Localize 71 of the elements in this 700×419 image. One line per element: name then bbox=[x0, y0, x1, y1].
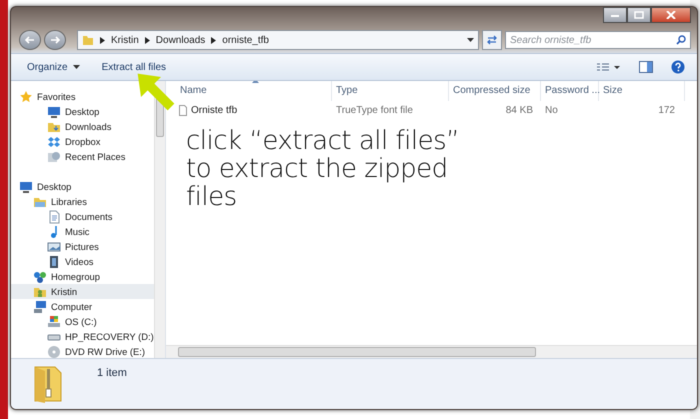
star-icon bbox=[19, 90, 33, 104]
table-cell-text: TrueType font file bbox=[335, 104, 414, 116]
nav-item[interactable]: Videos bbox=[11, 254, 98, 269]
nav-item[interactable]: Desktop bbox=[11, 104, 104, 119]
help-icon[interactable] bbox=[671, 60, 685, 74]
close-button[interactable] bbox=[651, 7, 691, 23]
minimize-button[interactable] bbox=[603, 7, 627, 23]
item-count: 1 item bbox=[97, 367, 127, 379]
arrow-drawing bbox=[136, 72, 176, 112]
back-arrow-icon bbox=[24, 35, 36, 45]
nav-item[interactable]: OS (C:) bbox=[11, 314, 101, 329]
film-icon bbox=[47, 254, 61, 268]
chevron-icon[interactable] bbox=[211, 36, 216, 44]
organize-menu[interactable]: Organize bbox=[19, 58, 88, 76]
nav-item[interactable]: HP_RECOVERY (D:) bbox=[11, 329, 154, 344]
refresh-icon bbox=[486, 34, 498, 46]
forward-button[interactable] bbox=[44, 30, 66, 50]
table-cell-text: 172 bbox=[657, 104, 676, 116]
preview-pane-icon[interactable] bbox=[639, 61, 653, 73]
drive-icon bbox=[47, 314, 61, 328]
breadcrumb[interactable]: Downloads bbox=[156, 34, 206, 46]
scrollbar[interactable] bbox=[166, 345, 697, 358]
caret-icon bbox=[72, 65, 80, 69]
landscape-icon bbox=[47, 240, 61, 254]
column-header[interactable]: Compressed size bbox=[453, 85, 530, 96]
forward-arrow-icon bbox=[49, 35, 61, 45]
annotation-text: click “extract all files” to extract the zipped files bbox=[186, 127, 460, 211]
nav-item[interactable]: Recent Places bbox=[11, 149, 130, 164]
view-options-icon[interactable] bbox=[595, 62, 621, 72]
close-icon bbox=[666, 11, 676, 19]
breadcrumb[interactable]: orniste_tfb bbox=[222, 34, 269, 46]
table-cell-text: No bbox=[544, 104, 559, 116]
network-icon bbox=[33, 270, 47, 284]
refresh-button[interactable] bbox=[482, 30, 502, 50]
column-header[interactable]: Name bbox=[180, 85, 207, 96]
maximize-button[interactable] bbox=[627, 7, 651, 23]
address-bar[interactable]: Kristin Downloads orniste_tfb bbox=[77, 30, 479, 50]
box-icon bbox=[47, 134, 61, 148]
nav-item[interactable]: Dropbox bbox=[11, 134, 104, 149]
scrollbar[interactable] bbox=[154, 81, 165, 358]
computer-icon bbox=[33, 300, 47, 314]
maximize-icon bbox=[634, 11, 644, 19]
file-name[interactable]: Orniste tfb bbox=[191, 104, 238, 116]
column-header[interactable]: Size bbox=[603, 85, 622, 96]
document-icon bbox=[47, 210, 61, 224]
nav-item[interactable]: Desktop bbox=[11, 179, 76, 194]
toolbar-button[interactable]: Extract all files bbox=[94, 58, 174, 76]
nav-item[interactable]: DVD RW Drive (E:) bbox=[11, 344, 150, 358]
minimize-icon bbox=[610, 12, 620, 18]
nav-item[interactable]: Computer bbox=[11, 299, 96, 314]
monitor-icon bbox=[47, 104, 61, 118]
nav-item[interactable]: Music bbox=[11, 224, 94, 239]
column-header[interactable]: Password ... bbox=[545, 85, 600, 96]
nav-item[interactable]: Kristin bbox=[11, 284, 154, 299]
nav-item[interactable]: Favorites bbox=[11, 89, 80, 104]
nav-item[interactable]: Homegroup bbox=[11, 269, 104, 284]
search-field[interactable]: Search orniste_tfb bbox=[505, 31, 691, 49]
chevron-icon[interactable] bbox=[100, 36, 105, 44]
file-icon bbox=[179, 104, 187, 116]
nav-item[interactable]: Downloads bbox=[11, 119, 116, 134]
nav-item[interactable]: Libraries bbox=[11, 194, 91, 209]
chevron-icon[interactable] bbox=[144, 36, 150, 44]
column-header[interactable]: Type bbox=[336, 85, 358, 96]
back-button[interactable] bbox=[19, 30, 41, 50]
table-cell-text: 84 KB bbox=[504, 104, 534, 116]
nav-item[interactable]: Pictures bbox=[11, 239, 103, 254]
breadcrumb[interactable]: Kristin bbox=[111, 34, 139, 46]
monitor-icon bbox=[19, 180, 33, 194]
search-icon[interactable] bbox=[676, 35, 686, 45]
nav-item[interactable]: Documents bbox=[11, 209, 116, 224]
dropdown-icon[interactable] bbox=[467, 38, 474, 42]
